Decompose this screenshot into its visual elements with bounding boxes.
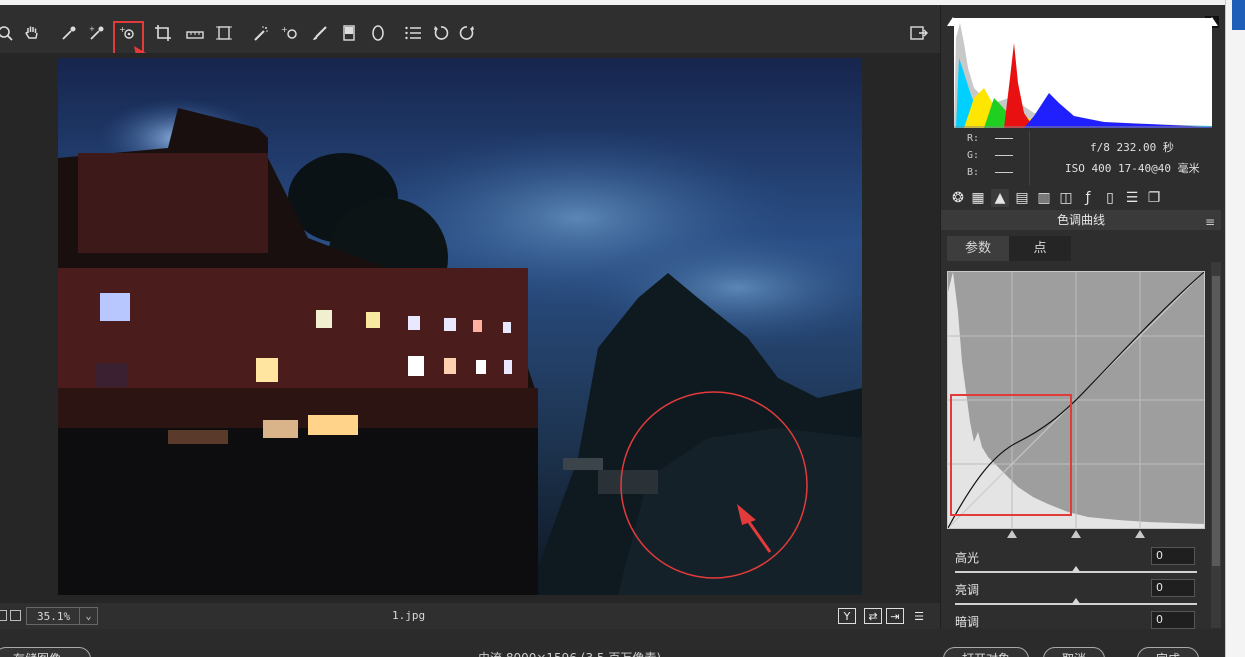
scrollbar-thumb[interactable] <box>1212 276 1220 566</box>
swap-settings-icon[interactable]: ⇄ <box>864 608 882 624</box>
split-highlights-handle[interactable] <box>1135 530 1145 538</box>
hand-icon[interactable] <box>21 22 43 44</box>
desktop-edge <box>1225 0 1245 657</box>
open-object-button[interactable]: 打开对象 <box>943 647 1030 657</box>
b-label: B: <box>967 167 980 178</box>
basic-tab-icon[interactable]: ❂ <box>949 189 967 207</box>
done-button[interactable]: 完成 <box>1137 647 1200 657</box>
image-canvas <box>0 53 940 603</box>
tool-bar: + + + <box>0 5 940 78</box>
iso-lens: ISO 400 17-40@40 毫米 <box>1065 162 1200 175</box>
fullscreen-icon[interactable] <box>908 22 930 44</box>
spot-removal-icon[interactable] <box>250 22 272 44</box>
zoom-out-button[interactable] <box>0 610 7 621</box>
camera-calibration-tab-icon[interactable]: ▯ <box>1101 189 1119 207</box>
curve-highlight-box <box>950 394 1072 516</box>
desktop-edge-accent <box>1232 0 1245 30</box>
curve-subtabs: 参数 点 <box>947 236 1217 261</box>
panel-tab-bar: ❂ ▦ ▲ ▤ ▥ ◫ ƒ ▯ ☰ ❐ <box>947 187 1219 209</box>
slider-darks: 暗调 0 <box>955 611 1198 629</box>
slider-knob[interactable] <box>1071 566 1081 573</box>
rotate-cw-icon[interactable] <box>456 22 478 44</box>
radial-filter-icon[interactable] <box>367 22 389 44</box>
white-balance-icon[interactable] <box>58 22 80 44</box>
snapshots-tab-icon[interactable]: ❐ <box>1145 189 1163 207</box>
adjustment-brush-icon[interactable] <box>309 22 331 44</box>
dialog-footer: 存储图像... 由流 8000×1596 (3.5 百万像素) 打开对象 取消 … <box>0 629 1245 657</box>
status-bar: 35.1% ⌄ 1.jpg Y ⇄ ⇥ ☰ <box>0 603 940 629</box>
hsl-tab-icon[interactable]: ▤ <box>1013 189 1031 207</box>
file-name: 1.jpg <box>392 609 426 622</box>
split-midtones-handle[interactable] <box>1071 530 1081 538</box>
panel-scrollbar[interactable] <box>1211 262 1221 628</box>
panel-title: 色调曲线 ≡ <box>941 210 1221 230</box>
slider-knob[interactable] <box>1071 598 1081 605</box>
zoom-level-select[interactable]: 35.1% ⌄ <box>26 607 98 625</box>
histogram <box>954 18 1212 128</box>
zoom-level-value: 35.1% <box>37 609 71 623</box>
slider-label: 暗调 <box>955 615 980 629</box>
photo-preview[interactable] <box>58 58 862 595</box>
color-sampler-icon[interactable]: + <box>86 22 108 44</box>
tone-curve-tab-icon[interactable]: ▦ <box>969 189 987 207</box>
preferences-icon[interactable] <box>402 22 424 44</box>
svg-text:+: + <box>281 25 288 34</box>
panel-menu-icon[interactable]: ≡ <box>1205 212 1215 232</box>
transform-icon[interactable] <box>213 22 235 44</box>
red-eye-icon[interactable]: + <box>279 22 301 44</box>
image-info-link[interactable]: 由流 8000×1596 (3.5 百万像素) <box>478 649 661 657</box>
zoom-icon[interactable] <box>0 22 16 44</box>
rotate-ccw-icon[interactable] <box>430 22 452 44</box>
r-label: R: <box>967 133 980 144</box>
aperture-shutter: f/8 232.00 秒 <box>1090 141 1174 154</box>
crop-icon[interactable] <box>152 22 174 44</box>
zoom-in-button[interactable] <box>10 610 21 621</box>
detail-tab-icon[interactable]: ▲ <box>991 189 1009 207</box>
view-settings-icon[interactable]: ☰ <box>910 608 928 624</box>
svg-text:+: + <box>89 25 95 33</box>
slider-highlights: 高光 0 <box>955 547 1198 577</box>
slider-label: 亮调 <box>955 583 980 597</box>
cancel-button[interactable]: 取消 <box>1043 647 1106 657</box>
chevron-down-icon: ⌄ <box>79 608 97 624</box>
save-image-button[interactable]: 存储图像... <box>0 647 92 657</box>
before-after-y-icon[interactable]: Y <box>838 608 856 624</box>
straighten-icon[interactable] <box>184 22 206 44</box>
slider-label: 高光 <box>955 551 980 565</box>
lens-tab-icon[interactable]: ◫ <box>1057 189 1075 207</box>
copy-settings-icon[interactable]: ⇥ <box>886 608 904 624</box>
split-toning-tab-icon[interactable]: ▥ <box>1035 189 1053 207</box>
slider-lights: 亮调 0 <box>955 579 1198 609</box>
slider-value-input[interactable]: 0 <box>1151 579 1195 597</box>
adjustment-panel: R: G: B: f/8 232.00 秒 ISO 400 17-40@40 毫… <box>940 5 1225 629</box>
rgb-readout: R: G: B: f/8 232.00 秒 ISO 400 17-40@40 毫… <box>954 131 1212 185</box>
tab-parametric[interactable]: 参数 <box>947 236 1009 261</box>
g-label: G: <box>967 150 980 161</box>
effects-tab-icon[interactable]: ƒ <box>1079 189 1097 207</box>
split-shadows-handle[interactable] <box>1007 530 1017 538</box>
graduated-filter-icon[interactable] <box>338 22 360 44</box>
slider-value-input[interactable]: 0 <box>1151 611 1195 629</box>
tab-point[interactable]: 点 <box>1009 236 1071 261</box>
presets-tab-icon[interactable]: ☰ <box>1123 189 1141 207</box>
slider-value-input[interactable]: 0 <box>1151 547 1195 565</box>
panel-title-text: 色调曲线 <box>1056 213 1105 227</box>
